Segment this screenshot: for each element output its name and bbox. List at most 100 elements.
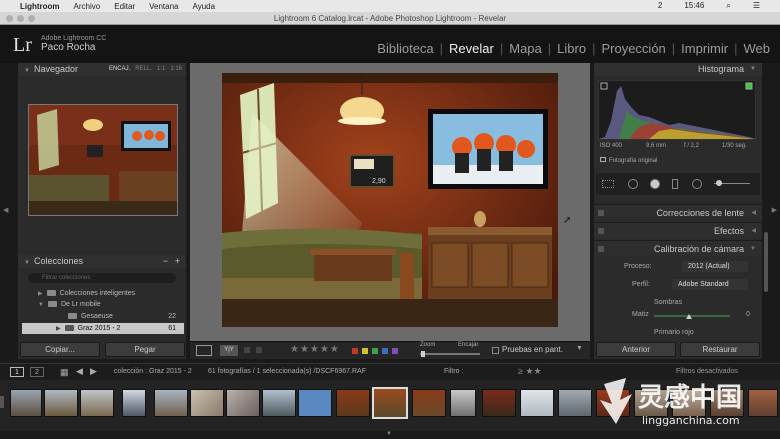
zoom-window-button[interactable] (28, 15, 35, 22)
filmstrip-scroll-left[interactable] (0, 396, 4, 408)
arrow-right-icon[interactable]: ▶ (90, 366, 97, 377)
profile-select[interactable]: Adobe Standard (672, 279, 748, 290)
expand-triangle-icon[interactable]: ▶ (38, 291, 43, 297)
nav-option-1-1[interactable]: 1:1 (157, 66, 165, 72)
grid-icon[interactable]: ▦ (60, 367, 69, 378)
collections-search-input[interactable]: Filtrar colecciones (28, 273, 176, 283)
soft-proofing-checkbox[interactable] (492, 347, 499, 354)
loupe-view-icon[interactable] (196, 345, 212, 356)
flag-pick-icon[interactable] (256, 347, 262, 353)
paste-settings-button[interactable]: Pegar (105, 342, 185, 357)
nav-option-fill[interactable]: RELL. (135, 66, 152, 72)
toggle-switch-icon[interactable] (598, 228, 604, 234)
spot-removal-icon[interactable] (628, 179, 638, 189)
section-lens-corrections[interactable]: Correcciones de lente ◀ (594, 204, 762, 220)
menu-app[interactable]: Lightroom (20, 2, 60, 11)
filmstrip-thumb[interactable] (154, 389, 188, 417)
section-effects[interactable]: Efectos ◀ (594, 222, 762, 238)
add-collection-button[interactable]: + (175, 255, 180, 268)
notification-badge[interactable]: 2 (658, 1, 662, 11)
process-select[interactable]: 2012 (Actual) (682, 261, 748, 272)
radial-filter-icon[interactable] (692, 179, 702, 189)
right-panel-toggle-icon[interactable]: ▶ (772, 206, 777, 214)
filmstrip-source[interactable]: colección : Graz 2015 - 2 (114, 368, 192, 375)
toolbar-menu-icon[interactable]: ▼ (576, 345, 583, 352)
collection-graz[interactable]: ▶ Graz 2015 - 2 61 (22, 323, 184, 334)
color-label-purple[interactable] (392, 348, 398, 354)
collapse-triangle-icon[interactable]: ▼ (750, 63, 756, 76)
copy-settings-button[interactable]: Copiar... (20, 342, 100, 357)
close-window-button[interactable] (6, 15, 13, 22)
collection-smart[interactable]: ▶ Colecciones inteligentes (22, 288, 184, 299)
navigator-header[interactable]: ▼ Navegador ENCAJ. RELL. 1:1 1:16 (18, 63, 186, 76)
menu-ventana[interactable]: Ventana (149, 2, 178, 11)
left-panel-toggle-icon[interactable]: ◀ (3, 206, 8, 214)
filmstrip-thumb-selected[interactable] (372, 387, 408, 419)
navigator-preview[interactable] (28, 104, 178, 216)
module-revelar[interactable]: Revelar (443, 41, 500, 56)
before-after-icon[interactable]: Y|Y (220, 345, 238, 356)
filmstrip-thumb[interactable] (10, 389, 42, 417)
filmstrip-thumb[interactable] (190, 389, 224, 417)
tint-slider-knob[interactable] (686, 314, 692, 319)
histogram-graph[interactable] (598, 80, 756, 140)
filmstrip-thumb[interactable] (262, 389, 296, 417)
histogram-header[interactable]: Histograma ▼ (594, 63, 762, 76)
remove-collection-button[interactable]: − (163, 255, 168, 268)
red-eye-icon[interactable] (650, 179, 660, 189)
tint-value[interactable]: 0 (746, 311, 750, 318)
filmstrip-thumb[interactable] (226, 389, 260, 417)
expand-triangle-icon[interactable]: ▶ (56, 326, 61, 332)
filmstrip-thumb[interactable] (44, 389, 78, 417)
menu-ayuda[interactable]: Ayuda (193, 2, 216, 11)
filmstrip-thumb[interactable] (450, 389, 476, 417)
module-mapa[interactable]: Mapa (503, 41, 548, 56)
color-label-red[interactable] (352, 348, 358, 354)
section-camera-calibration[interactable]: Calibración de cámara ▼ (594, 240, 762, 256)
module-libro[interactable]: Libro (551, 41, 592, 56)
filmstrip-thumb[interactable] (412, 389, 446, 417)
filmstrip-thumb[interactable] (122, 389, 146, 417)
module-imprimir[interactable]: Imprimir (675, 41, 734, 56)
zoom-slider[interactable] (420, 353, 480, 355)
module-biblioteca[interactable]: Biblioteca (371, 41, 439, 56)
graduated-filter-icon[interactable] (672, 179, 678, 189)
search-icon[interactable]: ⌕ (726, 1, 730, 11)
brush-tool-icon[interactable] (716, 180, 722, 186)
color-label-blue[interactable] (382, 348, 388, 354)
zoom-slider-knob[interactable] (421, 351, 425, 357)
collapse-triangle-icon[interactable]: ◀ (751, 223, 756, 239)
color-label-green[interactable] (372, 348, 378, 354)
view-1-button[interactable]: 1 (10, 367, 24, 377)
filter-stars[interactable]: ≥ ★★ (518, 366, 542, 377)
expand-triangle-icon[interactable]: ▼ (38, 302, 44, 308)
collapse-triangle-icon[interactable]: ◀ (751, 205, 756, 221)
main-photo[interactable]: 2,90 (222, 73, 558, 327)
soft-proofing-label[interactable]: Pruebas en pant. (502, 345, 563, 354)
menu-editar[interactable]: Editar (114, 2, 135, 11)
collapse-triangle-icon[interactable]: ▼ (750, 241, 756, 257)
nav-option-1-16[interactable]: 1:16 (170, 66, 182, 72)
menu-archivo[interactable]: Archivo (74, 2, 101, 11)
previous-button[interactable]: Anterior (596, 342, 676, 357)
filmstrip-thumb[interactable] (298, 389, 332, 417)
crop-tool-icon[interactable] (602, 180, 614, 188)
collapse-triangle-icon[interactable]: ▼ (24, 260, 30, 266)
rating-stars[interactable]: ★★★★★ (290, 344, 340, 355)
view-2-button[interactable]: 2 (30, 367, 44, 377)
collection-gesaeuse[interactable]: Gesaeuse 22 (22, 311, 184, 322)
filmstrip-thumb[interactable] (558, 389, 592, 417)
minimize-window-button[interactable] (17, 15, 24, 22)
collapse-triangle-icon[interactable]: ▼ (24, 68, 30, 74)
filmstrip-thumb[interactable] (80, 389, 114, 417)
right-panel-scrollbar[interactable] (764, 232, 768, 292)
collections-header[interactable]: ▼ Colecciones − + (18, 255, 186, 268)
reset-button[interactable]: Restaurar (680, 342, 760, 357)
bottom-panel-toggle-icon[interactable]: ▼ (386, 431, 392, 437)
filmstrip-thumb[interactable] (482, 389, 516, 417)
toggle-switch-icon[interactable] (598, 246, 604, 252)
color-label-yellow[interactable] (362, 348, 368, 354)
flag-reject-icon[interactable] (244, 347, 250, 353)
module-web[interactable]: Web (738, 41, 777, 56)
list-icon[interactable]: ☰ (753, 1, 760, 11)
